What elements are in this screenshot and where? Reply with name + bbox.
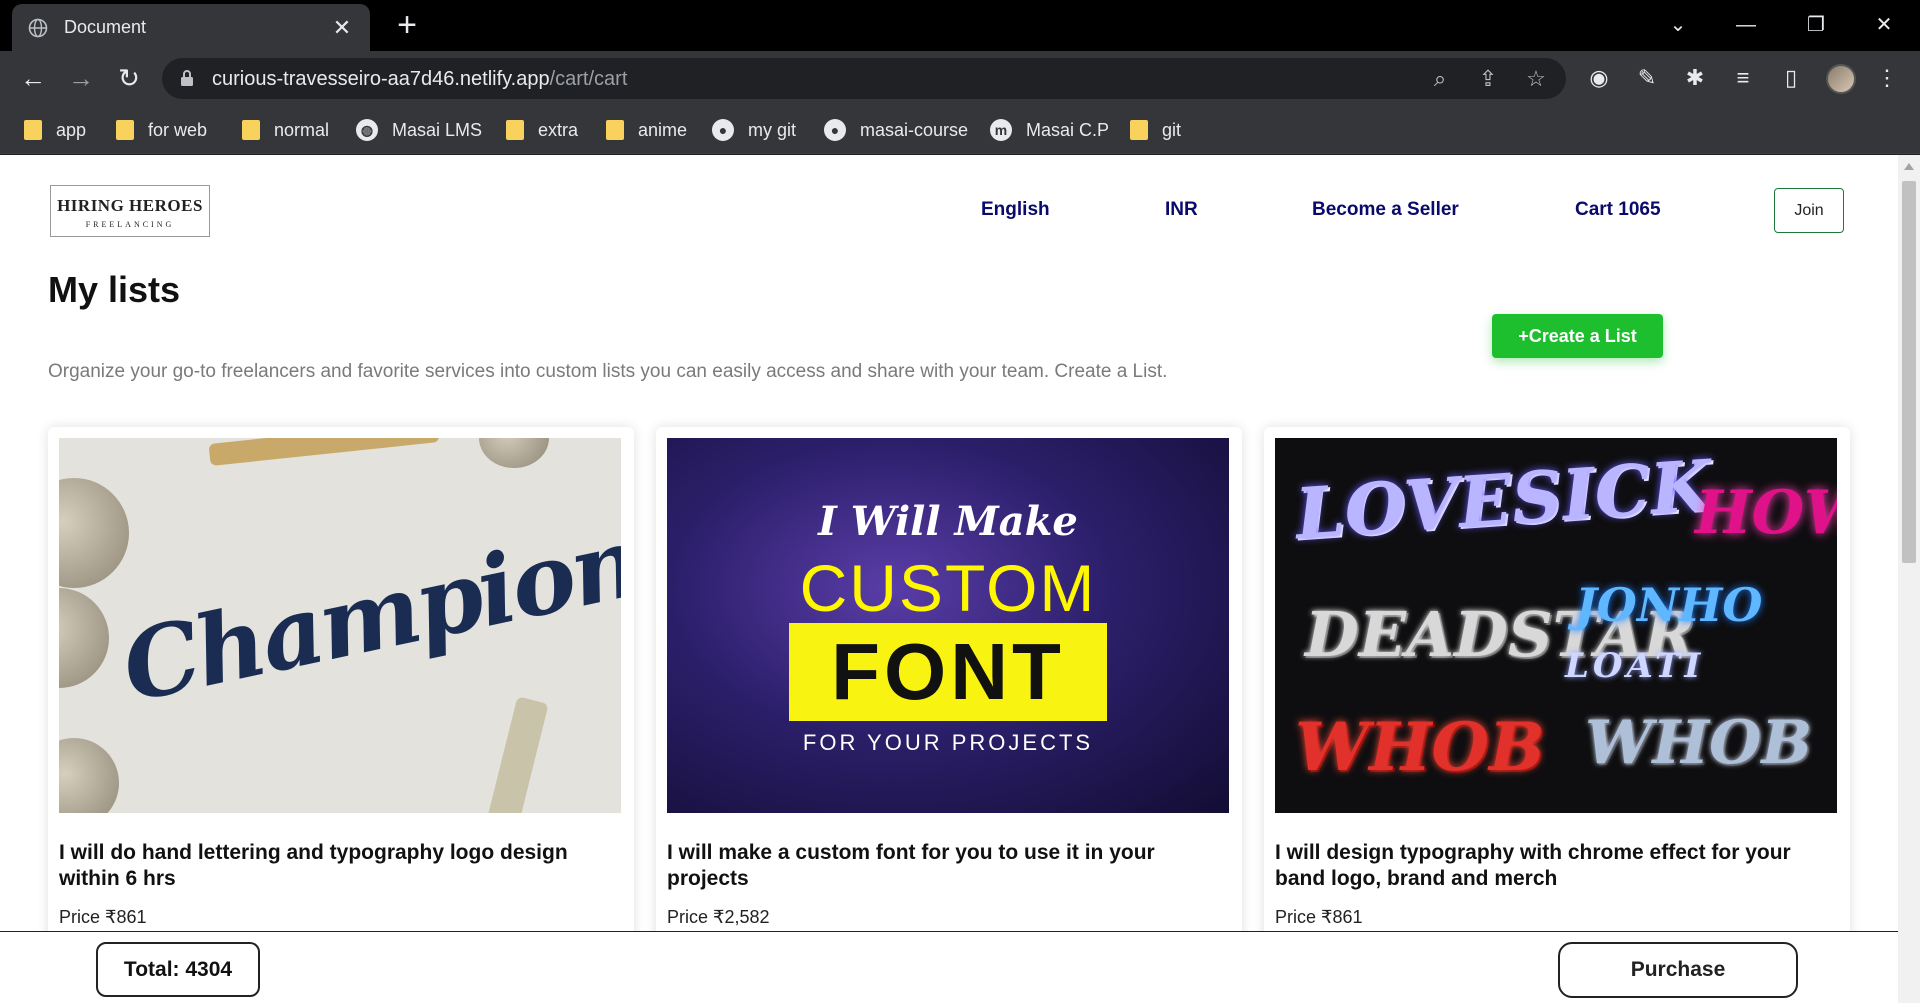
scroll-up-icon[interactable] bbox=[1904, 163, 1914, 170]
gig-image[interactable]: I Will Make CUSTOM FONT FOR YOUR PROJECT… bbox=[667, 438, 1229, 813]
bookmark-masai-course[interactable]: ● masai-course bbox=[824, 116, 968, 144]
gig-title[interactable]: I will make a custom font for you to use… bbox=[667, 840, 1233, 892]
nav-become-seller[interactable]: Become a Seller bbox=[1312, 199, 1459, 221]
globe-icon: ◍ bbox=[356, 119, 378, 141]
github-icon: ● bbox=[712, 119, 734, 141]
bookmark-normal[interactable]: normal bbox=[242, 116, 329, 144]
chrome-word: LOVESICK bbox=[1292, 443, 1714, 556]
puzzle-icon[interactable]: ✱ bbox=[1680, 63, 1710, 93]
browser-tab[interactable]: Document ✕ bbox=[12, 4, 370, 51]
forward-icon[interactable]: → bbox=[66, 63, 96, 93]
create-list-button[interactable]: +Create a List bbox=[1492, 314, 1663, 358]
side-panel-icon[interactable]: ▯ bbox=[1776, 63, 1806, 93]
bookmark-my-git[interactable]: ● my git bbox=[712, 116, 796, 144]
m-icon: m bbox=[990, 119, 1012, 141]
url-text: curious-travesseiro-aa7d46.netlify.app/c… bbox=[212, 68, 628, 90]
pen-extension-icon[interactable]: ✎ bbox=[1632, 63, 1662, 93]
back-icon[interactable]: ← bbox=[18, 63, 48, 93]
gig-price: Price ₹861 bbox=[59, 907, 147, 927]
coin-decoration bbox=[59, 738, 119, 813]
folder-icon bbox=[24, 120, 42, 140]
site-logo[interactable]: HIRING HEROES FREELANCING bbox=[50, 185, 210, 237]
bookmark-anime[interactable]: anime bbox=[606, 116, 687, 144]
logo-subtitle: FREELANCING bbox=[85, 220, 175, 229]
gig-card[interactable]: I Will Make CUSTOM FONT FOR YOUR PROJECT… bbox=[656, 427, 1242, 1003]
scrollbar-thumb[interactable] bbox=[1902, 181, 1916, 563]
image-text-line3: FONT bbox=[789, 623, 1107, 721]
address-bar[interactable]: curious-travesseiro-aa7d46.netlify.app/c… bbox=[162, 58, 1566, 99]
purchase-button[interactable]: Purchase bbox=[1558, 942, 1798, 998]
bookmark-masai-lms[interactable]: ◍ Masai LMS bbox=[356, 116, 482, 144]
gig-title[interactable]: I will design typography with chrome eff… bbox=[1275, 840, 1841, 892]
image-lettering: Champion bbox=[112, 504, 621, 725]
chrome-word: JONHO bbox=[1575, 578, 1763, 632]
bookmark-git[interactable]: git bbox=[1130, 116, 1181, 144]
reload-icon[interactable]: ↻ bbox=[114, 63, 144, 93]
folder-icon bbox=[116, 120, 134, 140]
share-icon[interactable]: ⇪ bbox=[1476, 67, 1500, 91]
folder-icon bbox=[506, 120, 524, 140]
close-tab-icon[interactable]: ✕ bbox=[330, 15, 354, 41]
cart-summary-bar: Total: 4304 Purchase bbox=[0, 931, 1898, 1003]
page-scrollbar[interactable] bbox=[1898, 155, 1920, 1003]
folder-icon bbox=[242, 120, 260, 140]
github-icon: ● bbox=[824, 119, 846, 141]
bookmark-star-icon[interactable]: ☆ bbox=[1524, 67, 1548, 91]
zoom-icon[interactable]: ⌕ bbox=[1428, 67, 1452, 91]
pencil-decoration bbox=[208, 438, 440, 466]
tab-title: Document bbox=[64, 17, 147, 37]
menu-icon[interactable]: ⋮ bbox=[1872, 63, 1902, 93]
cart-total: Total: 4304 bbox=[96, 942, 260, 997]
page-description: Organize your go-to freelancers and favo… bbox=[48, 361, 1168, 382]
gig-image[interactable]: LOVESICK HOWZ DEADSTAR JONHO LOATI WHOB … bbox=[1275, 438, 1837, 813]
gig-card[interactable]: Champion I will do hand lettering and ty… bbox=[48, 427, 634, 1003]
bookmark-app[interactable]: app bbox=[24, 116, 86, 144]
bookmark-for-web[interactable]: for web bbox=[116, 116, 207, 144]
image-text-line1: I Will Make bbox=[818, 498, 1078, 545]
bookmarks-bar: app for web normal ◍ Masai LMS extra anim… bbox=[0, 106, 1920, 154]
media-icon[interactable]: ≡ bbox=[1728, 63, 1758, 93]
folder-icon bbox=[1130, 120, 1148, 140]
browser-toolbar: ← → ↻ curious-travesseiro-aa7d46.netlify… bbox=[0, 51, 1920, 106]
chrome-word: HOWZ bbox=[1695, 478, 1837, 548]
tab-search-icon[interactable]: ⌄ bbox=[1660, 8, 1696, 42]
profile-avatar[interactable] bbox=[1826, 64, 1856, 94]
gig-price: Price ₹861 bbox=[1275, 907, 1363, 927]
browser-titlebar: Document ✕ + ⌄ — ❐ ✕ bbox=[0, 0, 1920, 51]
globe-icon bbox=[28, 18, 48, 37]
coin-decoration bbox=[479, 438, 549, 468]
chrome-word: WHOB bbox=[1295, 708, 1545, 786]
pen-decoration bbox=[481, 696, 549, 813]
restore-icon[interactable]: ❐ bbox=[1798, 8, 1834, 42]
minimize-icon[interactable]: — bbox=[1728, 8, 1764, 42]
logo-title: HIRING HEROES bbox=[57, 196, 203, 215]
nav-currency[interactable]: INR bbox=[1165, 199, 1198, 221]
gig-price: Price ₹2,582 bbox=[667, 907, 770, 927]
gig-image[interactable]: Champion bbox=[59, 438, 621, 813]
coin-decoration bbox=[59, 588, 109, 688]
chrome-word: LOATI bbox=[1565, 646, 1705, 686]
folder-icon bbox=[606, 120, 624, 140]
page-title: My lists bbox=[48, 269, 181, 310]
nav-cart[interactable]: Cart 1065 bbox=[1575, 199, 1661, 221]
page-viewport: HIRING HEROES FREELANCING English INR Be… bbox=[0, 155, 1898, 1003]
bookmark-extra[interactable]: extra bbox=[506, 116, 578, 144]
chrome-word: WHOB bbox=[1585, 708, 1813, 778]
coin-decoration bbox=[59, 478, 129, 588]
new-tab-icon[interactable]: + bbox=[390, 8, 424, 42]
bookmark-masai-cp[interactable]: m Masai C.P bbox=[990, 116, 1109, 144]
lock-icon bbox=[181, 70, 193, 86]
nav-language[interactable]: English bbox=[981, 199, 1050, 221]
extension-icon[interactable]: ◉ bbox=[1584, 63, 1614, 93]
gig-card[interactable]: LOVESICK HOWZ DEADSTAR JONHO LOATI WHOB … bbox=[1264, 427, 1850, 1003]
window-close-icon[interactable]: ✕ bbox=[1866, 8, 1902, 42]
image-text-line2: CUSTOM bbox=[799, 551, 1097, 625]
image-text-line4: FOR YOUR PROJECTS bbox=[802, 730, 1094, 755]
join-button[interactable]: Join bbox=[1774, 188, 1844, 233]
gig-title[interactable]: I will do hand lettering and typography … bbox=[59, 840, 625, 892]
